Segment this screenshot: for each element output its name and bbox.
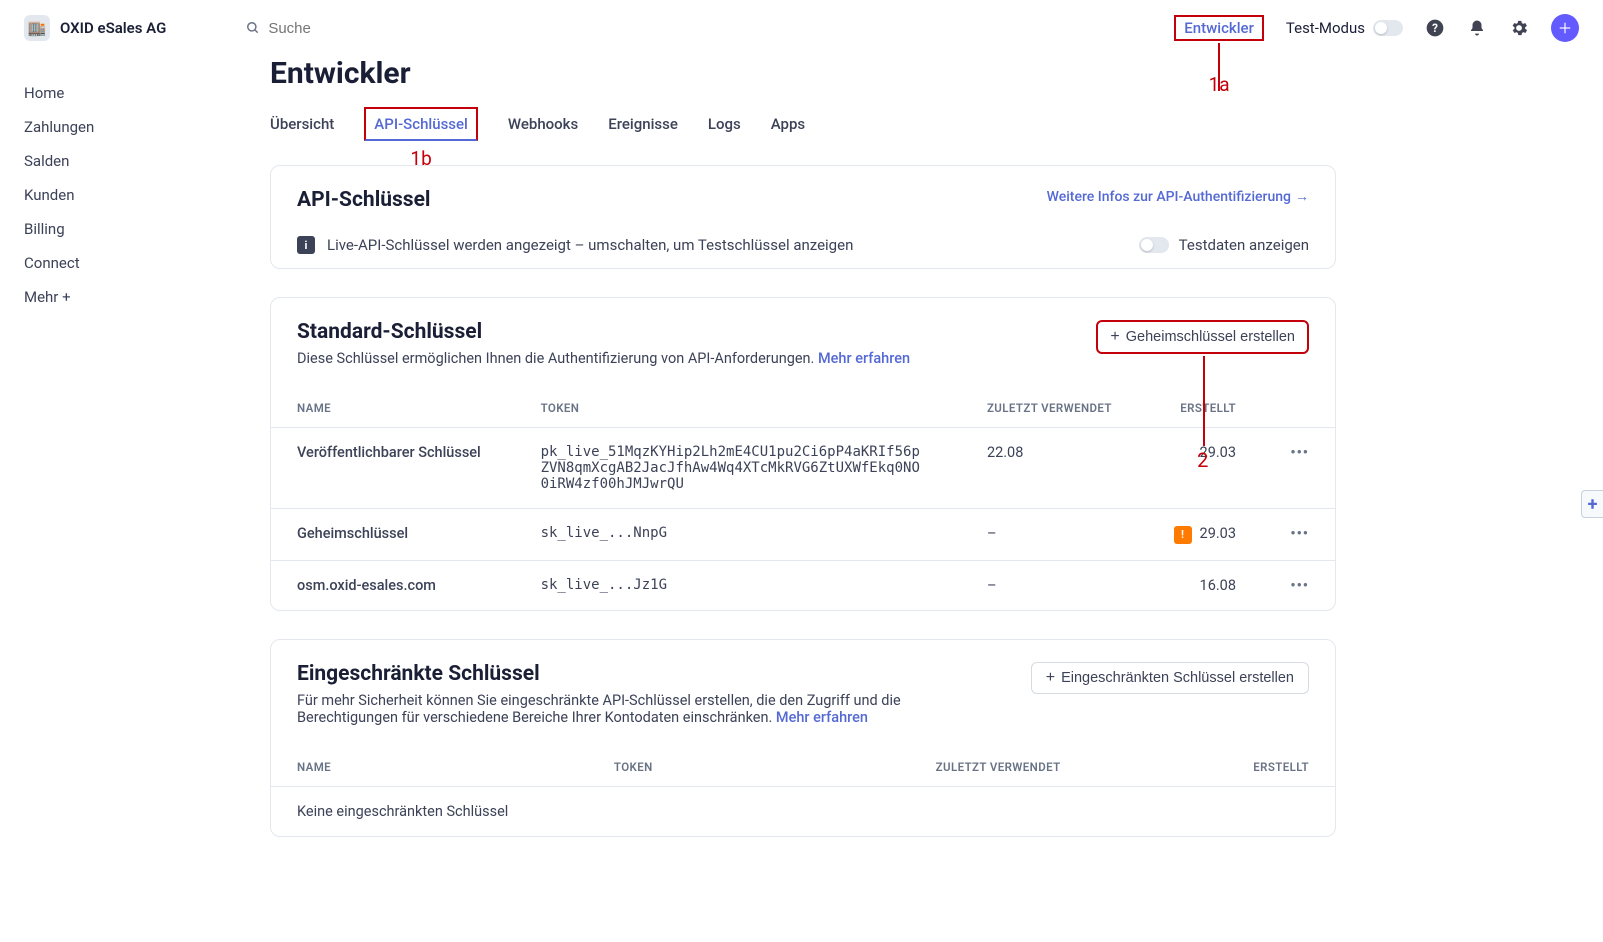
empty-text: Keine eingeschränkten Schlüssel bbox=[271, 786, 1335, 836]
annotation-1b: 1b bbox=[410, 147, 431, 170]
search[interactable] bbox=[246, 20, 1154, 37]
key-token[interactable]: sk_live_...Jz1G bbox=[541, 577, 921, 593]
tab-webhooks[interactable]: Webhooks bbox=[508, 107, 578, 141]
api-auth-info-link[interactable]: Weitere Infos zur API-Authentifizierung … bbox=[1047, 188, 1309, 205]
testdata-label: Testdaten anzeigen bbox=[1179, 236, 1309, 254]
standard-keys-card: Standard-Schlüssel Diese Schlüssel ermög… bbox=[270, 297, 1336, 611]
page-title: Entwickler bbox=[270, 56, 1336, 91]
bell-icon[interactable] bbox=[1467, 18, 1487, 38]
col-last-used: ZULETZT VERWENDET bbox=[679, 748, 1087, 787]
col-token: TOKEN bbox=[469, 748, 678, 787]
key-name: Veröffentlichbarer Schlüssel bbox=[271, 428, 515, 509]
create-button[interactable] bbox=[1551, 14, 1579, 42]
test-mode-label: Test-Modus bbox=[1286, 19, 1365, 37]
store-icon: 🏬 bbox=[24, 15, 50, 41]
key-last-used: – bbox=[961, 560, 1144, 610]
sidebar-item-balances[interactable]: Salden bbox=[24, 144, 260, 178]
key-name: osm.oxid-esales.com bbox=[271, 560, 515, 610]
standard-keys-table: NAME TOKEN ZULETZT VERWENDET ERSTELLT Ve… bbox=[271, 389, 1335, 610]
key-token[interactable]: pk_live_51MqzKYHip2Lh2mE4CU1pu2Ci6pP4aKR… bbox=[541, 444, 921, 492]
row-menu[interactable]: ••• bbox=[1262, 428, 1335, 509]
col-token: TOKEN bbox=[515, 389, 961, 428]
create-restricted-key-button[interactable]: + Eingeschränkten Schlüssel erstellen bbox=[1031, 662, 1309, 694]
table-row: Geheimschlüssel sk_live_...NnpG – ! 29.03… bbox=[271, 509, 1335, 561]
sidebar-item-billing[interactable]: Billing bbox=[24, 212, 260, 246]
api-keys-title: API-Schlüssel bbox=[297, 188, 431, 212]
sidebar-item-home[interactable]: Home bbox=[24, 76, 260, 110]
annotation-2: 2 bbox=[1197, 448, 1208, 472]
test-mode-toggle[interactable] bbox=[1373, 20, 1403, 36]
brand-name: OXID eSales AG bbox=[60, 19, 166, 37]
tab-logs[interactable]: Logs bbox=[708, 107, 741, 141]
svg-text:?: ? bbox=[1432, 21, 1438, 35]
api-auth-info-text: Weitere Infos zur API-Authentifizierung bbox=[1047, 189, 1291, 205]
restricted-learn-more[interactable]: Mehr erfahren bbox=[776, 709, 868, 726]
col-name: NAME bbox=[271, 389, 515, 428]
key-token[interactable]: sk_live_...NnpG bbox=[541, 525, 921, 541]
api-keys-card: API-Schlüssel Weitere Infos zur API-Auth… bbox=[270, 165, 1336, 269]
tab-apps[interactable]: Apps bbox=[771, 107, 805, 141]
help-icon[interactable]: ? bbox=[1425, 18, 1445, 38]
restricted-keys-title: Eingeschränkte Schlüssel bbox=[297, 662, 957, 686]
row-menu[interactable]: ••• bbox=[1262, 509, 1335, 561]
test-mode: Test-Modus bbox=[1286, 19, 1403, 37]
plus-icon: + bbox=[1110, 329, 1119, 345]
tab-overview[interactable]: Übersicht bbox=[270, 107, 334, 141]
col-name: NAME bbox=[271, 748, 469, 787]
warning-icon: ! bbox=[1174, 526, 1192, 544]
standard-keys-title: Standard-Schlüssel bbox=[297, 320, 910, 344]
sidebar-item-connect[interactable]: Connect bbox=[24, 246, 260, 280]
row-menu[interactable]: ••• bbox=[1262, 560, 1335, 610]
restricted-keys-desc: Für mehr Sicherheit können Sie eingeschr… bbox=[297, 692, 957, 726]
restricted-keys-table: NAME TOKEN ZULETZT VERWENDET ERSTELLT Ke… bbox=[271, 748, 1335, 836]
side-add-button[interactable]: + bbox=[1581, 490, 1603, 518]
create-secret-key-label: Geheimschlüssel erstellen bbox=[1126, 329, 1295, 345]
standard-learn-more[interactable]: Mehr erfahren bbox=[818, 350, 910, 367]
arrow-right-icon: → bbox=[1295, 188, 1309, 205]
sidebar-item-customers[interactable]: Kunden bbox=[24, 178, 260, 212]
key-last-used: – bbox=[961, 509, 1144, 561]
table-row: osm.oxid-esales.com sk_live_...Jz1G – 16… bbox=[271, 560, 1335, 610]
search-icon bbox=[246, 21, 260, 35]
create-restricted-key-label: Eingeschränkten Schlüssel erstellen bbox=[1061, 670, 1294, 686]
tab-events[interactable]: Ereignisse bbox=[608, 107, 678, 141]
col-last-used: ZULETZT VERWENDET bbox=[961, 389, 1144, 428]
key-last-used: 22.08 bbox=[961, 428, 1144, 509]
col-created: ERSTELLT bbox=[1087, 748, 1335, 787]
gear-icon[interactable] bbox=[1509, 18, 1529, 38]
tab-api-keys[interactable]: API-Schlüssel bbox=[364, 107, 478, 141]
annotation-1a: 1a bbox=[1209, 73, 1230, 96]
table-row: Veröffentlichbarer Schlüssel pk_live_51M… bbox=[271, 428, 1335, 509]
empty-row: Keine eingeschränkten Schlüssel bbox=[271, 786, 1335, 836]
annotation-line-2 bbox=[1203, 356, 1205, 446]
developers-link[interactable]: Entwickler bbox=[1174, 15, 1264, 41]
testdata-toggle[interactable] bbox=[1139, 237, 1169, 253]
restricted-keys-card: Eingeschränkte Schlüssel Für mehr Sicher… bbox=[270, 639, 1336, 837]
key-created: 16.08 bbox=[1144, 560, 1262, 610]
create-secret-key-button[interactable]: + Geheimschlüssel erstellen bbox=[1096, 320, 1309, 354]
key-name: Geheimschlüssel bbox=[271, 509, 515, 561]
sidebar: Home Zahlungen Salden Kunden Billing Con… bbox=[0, 56, 260, 905]
standard-keys-desc: Diese Schlüssel ermöglichen Ihnen die Au… bbox=[297, 350, 910, 367]
plus-icon: + bbox=[1046, 670, 1055, 686]
live-keys-info: Live-API-Schlüssel werden angezeigt – um… bbox=[327, 236, 853, 254]
sidebar-item-more[interactable]: Mehr + bbox=[24, 280, 260, 314]
tabs: Übersicht API-Schlüssel 1b Webhooks Erei… bbox=[270, 107, 1336, 141]
brand[interactable]: 🏬 OXID eSales AG bbox=[24, 15, 166, 41]
sidebar-item-payments[interactable]: Zahlungen bbox=[24, 110, 260, 144]
search-input[interactable] bbox=[268, 20, 468, 37]
info-icon: i bbox=[297, 236, 315, 254]
key-created: 29.03 bbox=[1200, 525, 1236, 542]
